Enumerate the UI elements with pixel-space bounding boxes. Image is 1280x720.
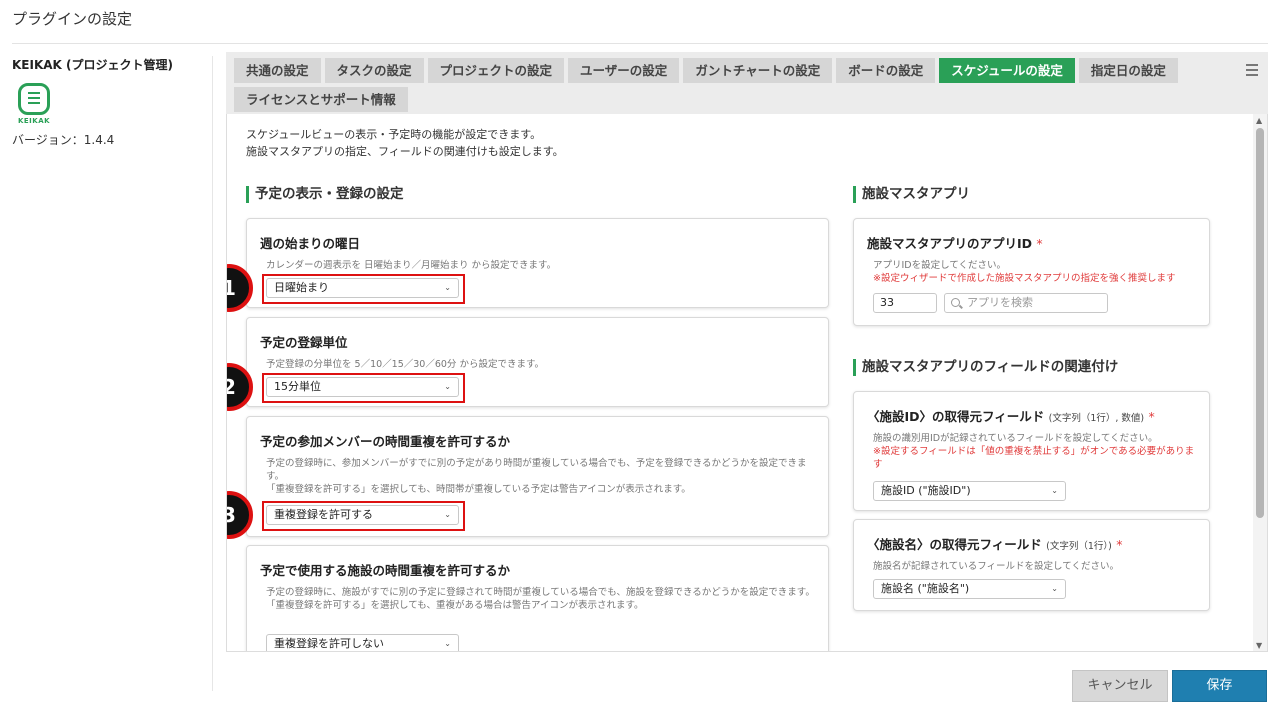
card-title: 施設マスタアプリのアプリID * [867,233,1043,252]
description-line-1: アプリIDを設定してください。 [873,260,1007,271]
select-value: 重複登録を許可しない [274,637,384,650]
required-mark: * [1036,236,1043,251]
facility-name-field-select[interactable]: 施設名 ("施設名") ⌄ [873,579,1066,599]
search-placeholder: アプリを検索 [967,296,1033,309]
logo-text: KEIKAK [17,117,51,125]
tab-schedule-settings[interactable]: スケジュールの設定 [939,58,1075,83]
required-mark: * [1116,537,1123,552]
scrollbar-thumb[interactable] [1256,128,1264,518]
tab-license-support[interactable]: ライセンスとサポート情報 [234,87,408,112]
card-description: カレンダーの週表示を 日曜始まり／月曜始まり から設定できます。 [266,260,557,271]
tab-bar: 共通の設定 タスクの設定 プロジェクトの設定 ユーザーの設定 ガントチャートの設… [226,52,1268,114]
sidebar-divider [212,56,213,691]
keikak-logo-icon [18,83,50,115]
section-heading-schedule-display: 予定の表示・登録の設定 [246,186,404,203]
card-title: 〈施設名〉の取得元フィールド (文字列（1行）) * [867,534,1122,553]
settings-content: スケジュールビューの表示・予定時の機能が設定できます。 施設マスタアプリの指定、… [226,114,1268,652]
search-icon [951,298,960,307]
select-value: 施設ID ("施設ID") [881,484,971,497]
card-title: 予定の参加メンバーの時間重複を許可するか [260,434,511,449]
intro-text: スケジュールビューの表示・予定時の機能が設定できます。 施設マスタアプリの指定、… [246,126,564,160]
card-registration-unit: 予定の登録単位 予定登録の分単位を 5／10／15／30／60分 から設定できま… [246,317,829,407]
vertical-scrollbar[interactable]: ▲ ▼ [1253,114,1267,651]
card-description: 予定の登録時に、参加メンバーがすでに別の予定があり時間が重複している場合でも、予… [266,457,816,496]
intro-line-1: スケジュールビューの表示・予定時の機能が設定できます。 [246,128,542,141]
scroll-down-arrow-icon[interactable]: ▼ [1256,641,1262,650]
tab-project-settings[interactable]: プロジェクトの設定 [427,58,565,83]
card-title-text: 〈施設ID〉の取得元フィールド [867,409,1045,424]
facility-id-field-select[interactable]: 施設ID ("施設ID") ⌄ [873,481,1066,501]
description-line-1: 施設の識別用IDが記録されているフィールドを設定してください。 [873,433,1158,444]
tab-gantt-settings[interactable]: ガントチャートの設定 [683,58,833,83]
description-line-2: 「重複登録を許可する」を選択しても、時間帯が重複している予定は警告アイコンが表示… [266,484,691,495]
plugin-name: KEIKAK (プロジェクト管理) [12,58,173,72]
hamburger-menu-icon[interactable] [1246,64,1258,79]
cancel-button[interactable]: キャンセル [1072,670,1168,702]
app-id-input[interactable]: 33 [873,293,937,313]
section-heading-facility-app: 施設マスタアプリ [853,186,970,203]
intro-line-2: 施設マスタアプリの指定、フィールドの関連付けも設定します。 [246,145,564,158]
highlight-box [262,373,465,403]
save-button[interactable]: 保存 [1172,670,1267,702]
tab-common-settings[interactable]: 共通の設定 [234,58,321,83]
tab-task-settings[interactable]: タスクの設定 [324,58,424,83]
tab-date-settings[interactable]: 指定日の設定 [1078,58,1178,83]
card-description: アプリIDを設定してください。 ※設定ウィザードで作成した施設マスタアプリの指定… [873,259,1203,285]
card-facility-overlap: 予定で使用する施設の時間重複を許可するか 予定の登録時に、施設がすでに別の予定に… [246,545,829,651]
tab-board-settings[interactable]: ボードの設定 [836,58,936,83]
chevron-down-icon: ⌄ [444,639,451,648]
card-facility-name-field: 〈施設名〉の取得元フィールド (文字列（1行）) * 施設名が記録されているフィ… [853,519,1210,611]
card-title: 〈施設ID〉の取得元フィールド (文字列（1行）, 数値) * [867,406,1155,425]
plugin-sidebar: KEIKAK (プロジェクト管理) KEIKAK バージョン：1.4.4 [12,56,202,148]
card-member-overlap: 予定の参加メンバーの時間重複を許可するか 予定の登録時に、参加メンバーがすでに別… [246,416,829,537]
card-title: 週の始まりの曜日 [260,236,361,251]
app-search-input[interactable]: アプリを検索 [944,293,1108,313]
chevron-down-icon: ⌄ [1051,486,1058,495]
warning-text: ※設定するフィールドは「値の重複を禁止する」がオンである必要があります [873,446,1195,470]
plugin-logo: KEIKAK [12,83,56,125]
card-title-text: 施設マスタアプリのアプリID [867,236,1033,251]
tab-user-settings[interactable]: ユーザーの設定 [568,58,680,83]
field-type-note: (文字列（1行）) [1046,541,1112,552]
card-title: 予定で使用する施設の時間重複を許可するか [260,563,511,578]
card-title: 予定の登録単位 [260,335,348,350]
tab-list: 共通の設定 タスクの設定 プロジェクトの設定 ユーザーの設定 ガントチャートの設… [234,58,1234,116]
description-line-2: 「重複登録を許可する」を選択しても、重複がある場合は警告アイコンが表示されます。 [266,600,644,611]
card-description: 予定登録の分単位を 5／10／15／30／60分 から設定できます。 [266,359,544,370]
scroll-up-arrow-icon[interactable]: ▲ [1256,116,1262,125]
chevron-down-icon: ⌄ [1051,584,1058,593]
card-title-text: 〈施設名〉の取得元フィールド [867,537,1042,552]
card-facility-id-field: 〈施設ID〉の取得元フィールド (文字列（1行）, 数値) * 施設の識別用ID… [853,391,1210,511]
select-value: 施設名 ("施設名") [881,582,970,595]
highlight-box [262,274,465,304]
required-mark: * [1148,409,1155,424]
description-line-1: 予定の登録時に、施設がすでに別の予定に登録されて時間が重複している場合でも、施設… [266,587,815,598]
highlight-box [262,501,465,531]
section-heading-field-mapping: 施設マスタアプリのフィールドの関連付け [853,359,1118,376]
plugin-version: バージョン：1.4.4 [12,133,115,147]
warning-text: ※設定ウィザードで作成した施設マスタアプリの指定を強く推奨します [873,273,1176,284]
card-description: 予定の登録時に、施設がすでに別の予定に登録されて時間が重複している場合でも、施設… [266,586,816,612]
card-week-start: 週の始まりの曜日 カレンダーの週表示を 日曜始まり／月曜始まり から設定できます… [246,218,829,308]
field-type-note: (文字列（1行）, 数値) [1048,413,1145,424]
description-line-1: 予定の登録時に、参加メンバーがすでに別の予定があり時間が重複している場合でも、予… [266,458,807,482]
card-description: 施設の識別用IDが記録されているフィールドを設定してください。 ※設定するフィー… [873,432,1203,471]
card-facility-app-id: 施設マスタアプリのアプリID * アプリIDを設定してください。 ※設定ウィザー… [853,218,1210,326]
top-divider [12,43,1268,44]
facility-overlap-select[interactable]: 重複登録を許可しない ⌄ [266,634,459,651]
card-description: 施設名が記録されているフィールドを設定してください。 [873,561,1119,572]
page-title: プラグインの設定 [12,10,133,28]
